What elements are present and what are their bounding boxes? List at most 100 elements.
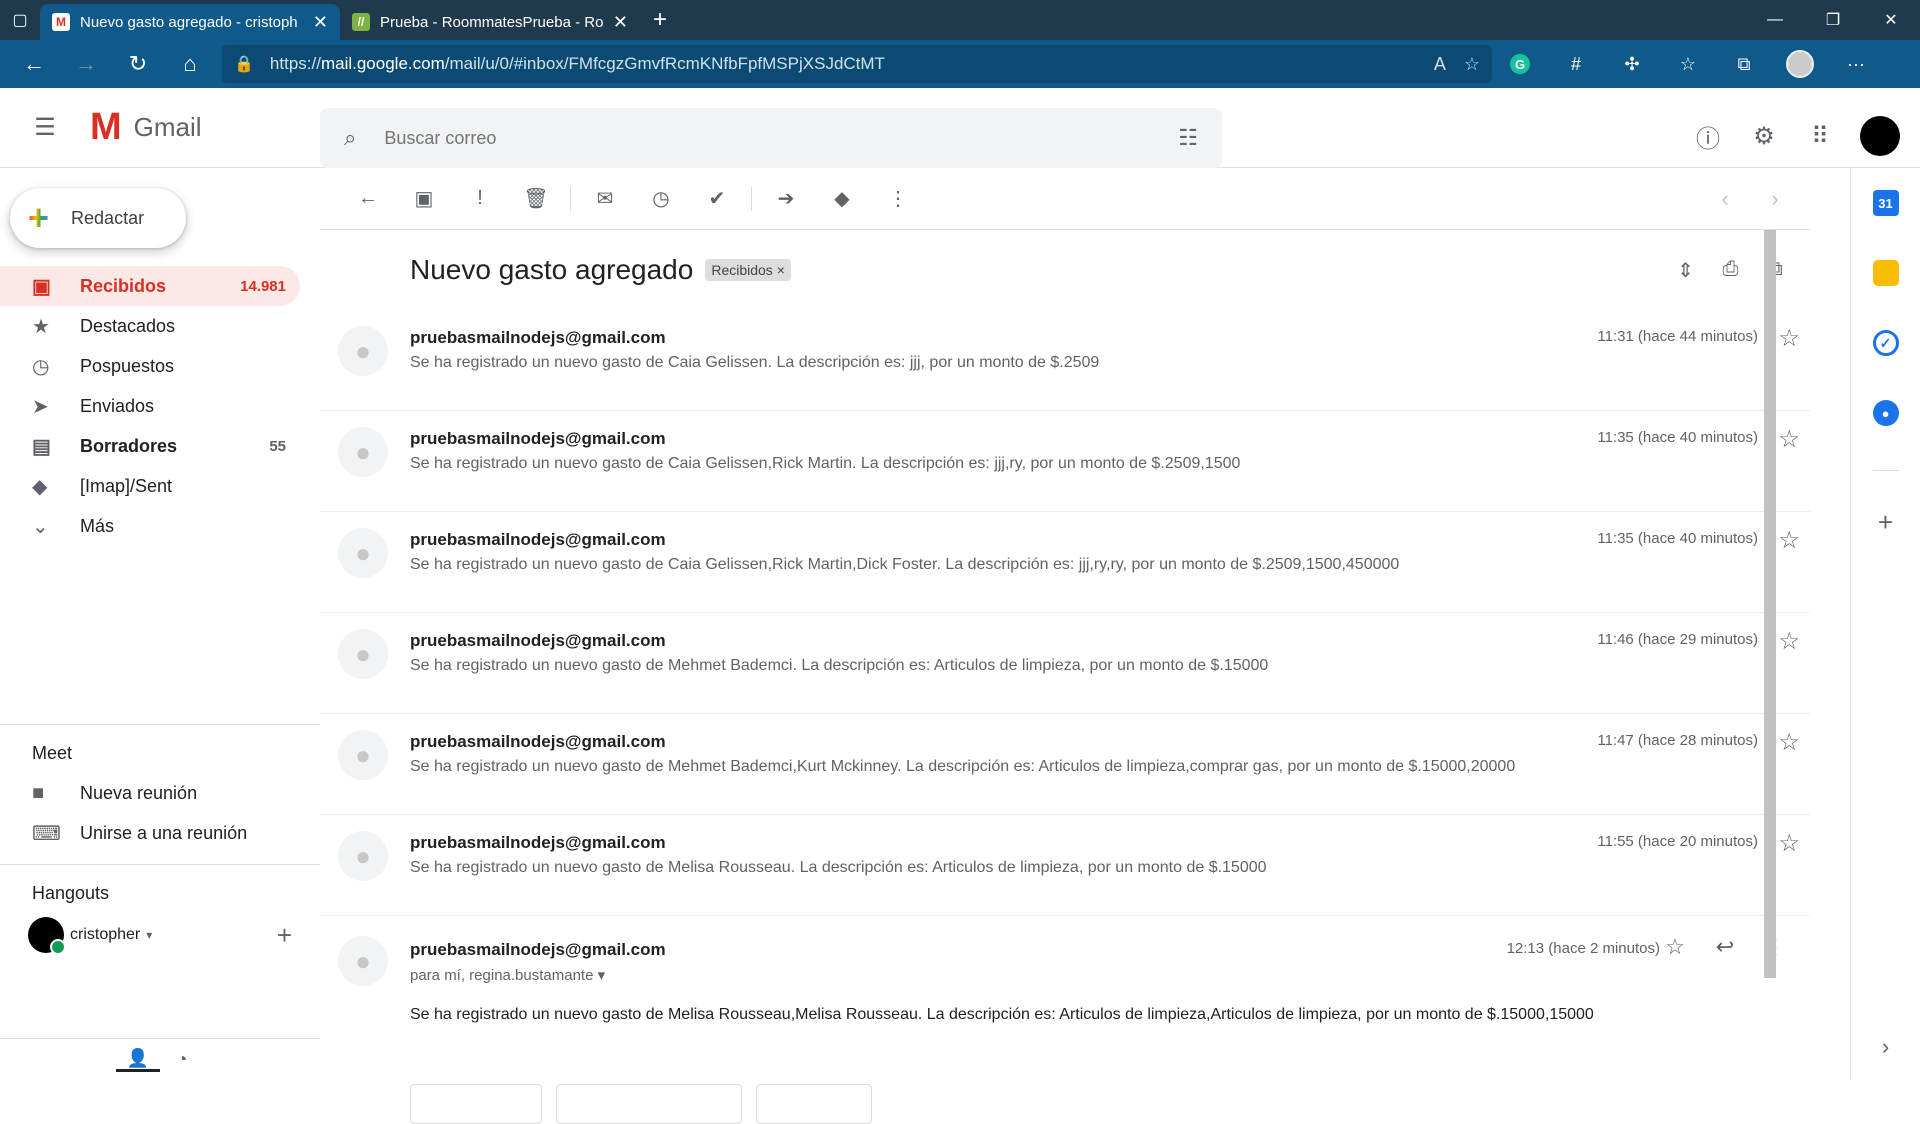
collections-icon[interactable]: ⧉ <box>1716 44 1772 84</box>
account-avatar[interactable] <box>1860 116 1900 156</box>
collapsed-message[interactable]: ● pruebasmailnodejs@gmail.com Se ha regi… <box>320 613 1810 714</box>
chat-tab-icon[interactable]: ◔ <box>160 1049 204 1070</box>
get-addons-icon[interactable]: + <box>1878 507 1893 538</box>
collapsed-message[interactable]: ● pruebasmailnodejs@gmail.com Se ha regi… <box>320 815 1810 916</box>
message-snippet: Se ha registrado un nuevo gasto de Caia … <box>410 455 1241 472</box>
close-tab-icon[interactable]: ✕ <box>613 12 628 33</box>
extension-hash-icon[interactable]: # <box>1548 44 1604 84</box>
add-task-icon[interactable]: ✔ <box>689 186 745 211</box>
collapsed-message[interactable]: ● pruebasmailnodejs@gmail.com Se ha regi… <box>320 411 1810 512</box>
nav-item-snoozed[interactable]: ◷ Pospuestos <box>0 346 300 386</box>
forward-icon[interactable]: → <box>60 44 112 84</box>
remove-label-icon[interactable]: × <box>777 262 785 278</box>
browser-tab-prueba[interactable]: // Prueba - RoommatesPrueba - Ro ✕ <box>340 4 640 40</box>
reply-all-button[interactable] <box>556 1084 742 1124</box>
nav-item-imap-sent[interactable]: ◆ [Imap]/Sent <box>0 466 300 506</box>
back-to-inbox-icon[interactable]: ← <box>340 187 396 210</box>
recipients-dropdown[interactable]: para mí, regina.bustamante ▾ <box>410 966 1594 984</box>
delete-icon[interactable]: 🗑 <box>508 186 564 211</box>
star-icon[interactable]: ☆ <box>1778 324 1800 353</box>
collapsed-message[interactable]: ● pruebasmailnodejs@gmail.com Se ha regi… <box>320 310 1810 411</box>
older-icon[interactable]: › <box>1750 186 1800 212</box>
star-icon[interactable]: ☆ <box>1650 934 1700 960</box>
mark-unread-icon[interactable]: ✉ <box>577 186 633 211</box>
hangouts-user-row[interactable]: cristopher ▾ + <box>0 913 320 957</box>
browser-tab-gmail[interactable]: M Nuevo gasto agregado - cristoph ✕ <box>40 4 340 40</box>
minimize-icon[interactable]: — <box>1746 0 1804 40</box>
contacts-tab-icon[interactable]: 👤 <box>116 1048 160 1072</box>
forward-button[interactable] <box>756 1084 872 1124</box>
star-icon[interactable]: ☆ <box>1778 829 1800 858</box>
more-options-icon[interactable]: ⋮ <box>870 186 926 211</box>
add-favorite-icon[interactable]: ☆ <box>1464 54 1480 75</box>
label-chip[interactable]: Recibidos × <box>705 259 791 281</box>
sheet-favicon-icon: // <box>352 13 370 31</box>
move-to-icon[interactable]: ➔ <box>758 186 814 211</box>
collapsed-message[interactable]: ● pruebasmailnodejs@gmail.com Se ha regi… <box>320 512 1810 613</box>
nav-item-inbox[interactable]: ▣ Recibidos 14.981 <box>0 266 300 306</box>
scrollbar-thumb[interactable] <box>1764 230 1776 978</box>
search-options-icon[interactable]: ☷ <box>1178 125 1198 151</box>
tab-actions-icon[interactable]: ▢ <box>0 0 40 40</box>
new-meeting-link[interactable]: ■ Nueva reunión <box>0 773 300 813</box>
nav-item-drafts[interactable]: ▤ Borradores 55 <box>0 426 300 466</box>
grammarly-extension-icon[interactable]: G <box>1492 44 1548 84</box>
maximize-icon[interactable]: ❐ <box>1804 0 1862 40</box>
expand-all-icon[interactable]: ⇕ <box>1663 258 1708 283</box>
search-icon[interactable]: ⌕ <box>344 125 356 151</box>
more-menu-icon[interactable]: ··· <box>1828 44 1884 84</box>
star-icon[interactable]: ☆ <box>1778 627 1800 656</box>
labels-icon[interactable]: ◆ <box>814 186 870 211</box>
nav-count: 14.981 <box>240 277 286 295</box>
url-field[interactable]: 🔒 https://mail.google.com/mail/u/0/#inbo… <box>222 45 1492 83</box>
left-navigation: + Redactar ▣ Recibidos 14.981 ★ Destacad… <box>0 168 320 1080</box>
star-icon[interactable]: ☆ <box>1778 425 1800 454</box>
star-icon[interactable]: ☆ <box>1778 728 1800 757</box>
calendar-icon[interactable]: 31 <box>1872 190 1899 216</box>
help-icon[interactable]: ⓘ <box>1680 119 1736 154</box>
settings-gear-icon[interactable]: ⚙ <box>1736 122 1792 151</box>
archive-icon[interactable]: ▣ <box>396 186 452 211</box>
hide-side-panel-icon[interactable]: › <box>1882 1034 1889 1060</box>
read-aloud-icon[interactable]: A <box>1434 54 1446 75</box>
nav-label: Borradores <box>80 435 178 456</box>
main-menu-icon[interactable]: ☰ <box>0 113 90 142</box>
new-conversation-icon[interactable]: + <box>277 920 292 951</box>
close-tab-icon[interactable]: ✕ <box>313 12 328 33</box>
caret-down-icon[interactable]: ▾ <box>598 967 606 984</box>
home-icon[interactable]: ⌂ <box>164 44 216 84</box>
sender-email: pruebasmailnodejs@gmail.com <box>410 631 666 650</box>
hangouts-username[interactable]: cristopher <box>70 926 140 944</box>
nav-item-starred[interactable]: ★ Destacados <box>0 306 300 346</box>
keep-icon[interactable] <box>1872 260 1899 286</box>
url-prefix: https:// <box>269 54 321 73</box>
profile-avatar[interactable] <box>1772 44 1828 84</box>
join-meeting-link[interactable]: ⌨ Unirse a una reunión <box>0 813 300 853</box>
reply-icon[interactable]: ↩ <box>1700 934 1750 960</box>
search-input[interactable] <box>384 127 1179 149</box>
favorites-icon[interactable]: ☆ <box>1660 44 1716 84</box>
collapsed-message[interactable]: ● pruebasmailnodejs@gmail.com Se ha regi… <box>320 714 1810 815</box>
contacts-icon[interactable]: ● <box>1872 400 1899 426</box>
apps-grid-icon[interactable]: ⠿ <box>1792 122 1848 151</box>
gmail-logo[interactable]: M Gmail <box>90 106 320 149</box>
message-time: 11:35 (hace 40 minutos) <box>1597 530 1758 547</box>
extensions-puzzle-icon[interactable]: ✣ <box>1604 44 1660 84</box>
scrollbar[interactable] <box>1764 230 1778 978</box>
back-icon[interactable]: ← <box>8 44 60 84</box>
compose-button[interactable]: + Redactar <box>10 188 186 248</box>
nav-item-sent[interactable]: ➤ Enviados <box>0 386 300 426</box>
tasks-icon[interactable]: ✓ <box>1872 330 1899 356</box>
reply-button[interactable] <box>410 1084 542 1124</box>
print-icon[interactable]: ⎙ <box>1708 258 1753 283</box>
close-window-icon[interactable]: ✕ <box>1862 0 1920 40</box>
nav-item-more[interactable]: ⌄ Más <box>0 506 300 546</box>
star-icon[interactable]: ☆ <box>1778 526 1800 555</box>
caret-down-icon[interactable]: ▾ <box>146 928 152 942</box>
snooze-icon[interactable]: ◷ <box>633 186 689 211</box>
newer-icon[interactable]: ‹ <box>1700 186 1750 212</box>
folder-list: ▣ Recibidos 14.981 ★ Destacados ◷ Pospue… <box>0 266 320 546</box>
report-spam-icon[interactable]: ! <box>452 187 508 210</box>
new-tab-button[interactable]: + <box>640 6 680 34</box>
reload-icon[interactable]: ↻ <box>112 44 164 84</box>
